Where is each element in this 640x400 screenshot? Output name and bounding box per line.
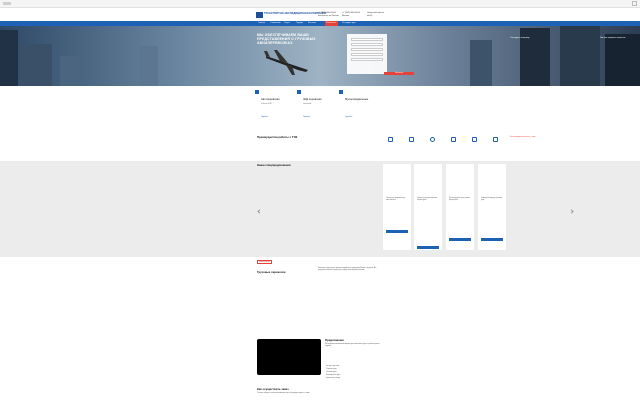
- callback-sub: info@: [367, 14, 373, 17]
- nav-item-services[interactable]: Услуги: [284, 22, 290, 24]
- advantage-text: Личный менеджер: [469, 145, 481, 146]
- advantage-text: Страхование груза: [448, 145, 460, 146]
- header-contact-3[interactable]: Обратный звонок info@: [367, 12, 384, 17]
- contact-phone-2-sub: Москва: [342, 14, 350, 17]
- service-title: Автоперевозки: [261, 98, 280, 101]
- form-field-weight[interactable]: [351, 48, 383, 51]
- building-right-4: [605, 34, 640, 86]
- offer-card-button[interactable]: [386, 230, 408, 233]
- offer-card-text: Скидка на регулярные перевозки сборных г…: [417, 198, 438, 201]
- truck-icon: [255, 90, 259, 94]
- intro-list-item: Негабаритные грузы: [326, 375, 341, 376]
- ship-icon: [339, 90, 343, 94]
- service-desc: Перевозка грузов железнодорожным транспо…: [303, 102, 327, 105]
- shield-icon: [451, 137, 456, 142]
- service-desc: Комбинированная доставка грузов: [345, 102, 368, 103]
- browser-window-icon[interactable]: [632, 1, 637, 6]
- intro-list-item: Опасные грузы: [326, 372, 337, 373]
- building-left-1: [0, 30, 18, 86]
- hero-link-track[interactable]: Отследить отправку: [510, 37, 529, 39]
- intro-list-item: Экспресс-доставка: [326, 366, 340, 367]
- intro-title: Предложение: [325, 338, 344, 342]
- hero-calc-button[interactable]: Рассчитать: [384, 72, 414, 75]
- form-field-volume[interactable]: [351, 53, 383, 56]
- intro-list-item: Хранение на складе: [326, 378, 341, 379]
- offer-card-text: Доставка грузов в сжатые сроки по выгодн…: [449, 198, 471, 201]
- service-more-link[interactable]: Подробнее: [303, 117, 310, 118]
- offer-card-button[interactable]: [417, 246, 439, 249]
- header-contact-2[interactable]: +7 (495) 000-00-00 Москва: [342, 12, 360, 17]
- offer-card-button[interactable]: [449, 238, 471, 241]
- building-left-2: [20, 44, 52, 86]
- hero-link-faq[interactable]: Частые вопросы клиентов: [600, 37, 625, 39]
- advantage-text: Выгодные тарифы: [490, 145, 502, 146]
- service-more-link[interactable]: Подробнее: [345, 117, 352, 118]
- intro-paragraph: Мы подберём оптимальный вариант доставки…: [325, 344, 380, 348]
- contact-phone-1-sub: Бесплатно по России: [318, 14, 339, 17]
- nav-calc-label: Рассчитать: [326, 22, 336, 24]
- video-player[interactable]: [257, 339, 321, 375]
- tariff-icon: [493, 137, 498, 142]
- building-right-1: [470, 40, 492, 86]
- offer-card-button[interactable]: [481, 238, 503, 241]
- building-right-3: [560, 26, 600, 86]
- order-paragraph: Оставьте заявку на сайте или позвоните н…: [257, 393, 310, 394]
- nav-item-tariffs[interactable]: Тарифы: [296, 22, 303, 24]
- advantage-text: Точно в срок: [429, 145, 437, 146]
- advantage-text: Собственный автопарк: [384, 145, 398, 146]
- cargo-paragraph: Компания осуществляет грузовые перевозки…: [318, 268, 377, 272]
- header-contact-1[interactable]: +7 (800) 000-00-00 Бесплатно по России: [318, 12, 339, 17]
- airplane-icon: [264, 50, 308, 75]
- building-left-3: [60, 56, 80, 86]
- offer-card: Доставка грузов в сжатые сроки по выгодн…: [446, 164, 474, 250]
- offer-card-text: Специальное предложение для новых клиент…: [386, 198, 406, 201]
- advantages-title: Преимущества работы с ТЭК: [257, 135, 298, 139]
- form-field-phone[interactable]: [351, 58, 383, 61]
- services-block: Автоперевозки Доставка грузов автомобиль…: [255, 90, 385, 122]
- clock-icon: [430, 137, 435, 142]
- calculator-form: [347, 34, 387, 74]
- service-more-link[interactable]: Подробнее: [261, 117, 268, 118]
- manager-icon: [472, 137, 477, 142]
- nav-item-about[interactable]: О компании: [270, 22, 280, 24]
- tracking-icon: [409, 137, 414, 142]
- service-title: Ж/Д перевозки: [303, 98, 322, 101]
- offer-card: Специальное предложение для новых клиент…: [383, 164, 411, 250]
- logo-text[interactable]: ТРАНСПОРТНО-ЭКСПЕДИЦИОННАЯ КОМПАНИЯ: [264, 12, 326, 15]
- nav-item-track[interactable]: Отследить груз: [342, 22, 355, 24]
- offers-title: Наши спецпредложения: [257, 163, 291, 167]
- hero-banner: МЫ ОБЕСПЕЧИВАЕМ ВАШИ ПРЕДСТАВЛЕНИЯ О ГРУ…: [0, 26, 640, 86]
- train-icon: [297, 90, 301, 94]
- cargo-tag[interactable]: Авиаперевозки: [257, 260, 272, 264]
- service-title: Мультимодальные: [345, 98, 369, 101]
- order-title: Как осуществить заказ: [257, 387, 289, 391]
- offer-card: Скидка на регулярные перевозки сборных г…: [414, 164, 442, 250]
- service-desc: Доставка грузов автомобильным транспорто…: [261, 102, 291, 105]
- logo-icon[interactable]: [256, 12, 263, 18]
- offers-section: [0, 161, 640, 257]
- garage-icon: [388, 137, 393, 142]
- building-left-4: [140, 46, 158, 86]
- browser-bar: [0, 0, 640, 8]
- advantages-note-link[interactable]: Все преимущества работы с нами: [510, 137, 535, 138]
- hero-title: МЫ ОБЕСПЕЧИВАЕМ ВАШИ ПРЕДСТАВЛЕНИЯ О ГРУ…: [257, 33, 316, 45]
- nav-item-home[interactable]: Главная: [258, 22, 265, 24]
- advantage-text: Контроль доставки: [406, 145, 418, 146]
- site-header: ТРАНСПОРТНО-ЭКСПЕДИЦИОННАЯ КОМПАНИЯ +7 (…: [0, 9, 640, 21]
- nav-item-contacts[interactable]: Контакты: [308, 22, 316, 24]
- cargo-title: Грузовые перевозки: [257, 270, 286, 274]
- form-field-from[interactable]: [351, 38, 383, 41]
- offer-card: Оптимальный маршрут для вашего груза: [478, 164, 506, 250]
- browser-menu-icon[interactable]: [3, 2, 11, 5]
- form-field-to[interactable]: [351, 43, 383, 46]
- intro-list-item: Сборные грузы: [326, 369, 337, 370]
- offer-card-text: Оптимальный маршрут для вашего груза: [481, 198, 503, 201]
